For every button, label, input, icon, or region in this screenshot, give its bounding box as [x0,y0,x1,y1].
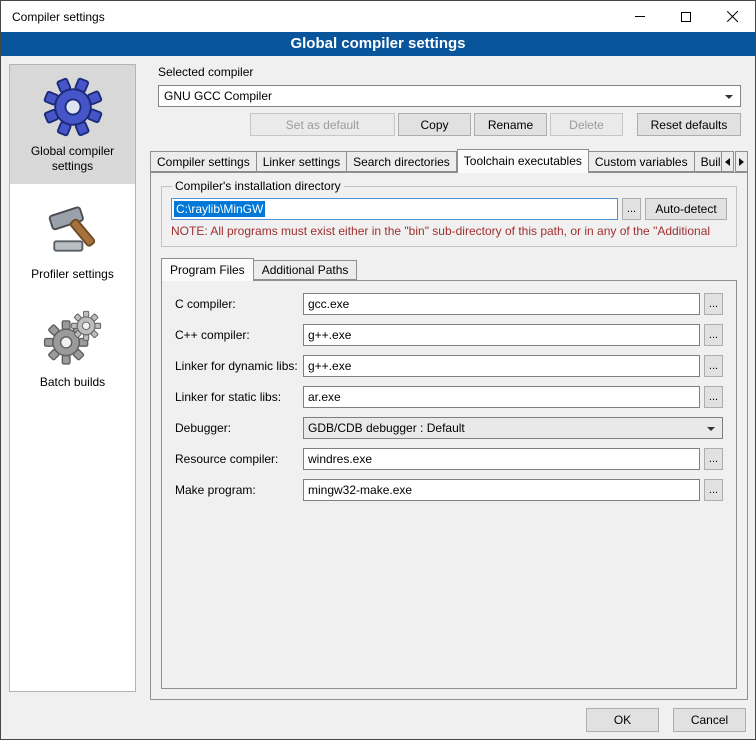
installation-directory-group-title: Compiler's installation directory [172,179,344,193]
tabs-viewport: Compiler settings Linker settings Search… [150,149,721,173]
settings-category-list: Global compiler settings Profiler settin… [9,64,136,692]
tab-scroll-buttons [721,151,748,172]
dynamic-linker-row: Linker for dynamic libs: g++.exe ... [175,355,723,377]
blue-gear-icon [43,77,103,137]
make-program-input[interactable]: mingw32-make.exe [303,479,700,501]
cpp-compiler-value: g++.exe [308,328,351,342]
minimize-button[interactable] [617,1,663,32]
compiler-settings-tabs: Compiler settings Linker settings Search… [150,149,748,173]
sidebar-item-label: Batch builds [40,375,105,390]
tab-custom-variables[interactable]: Custom variables [589,151,695,172]
reset-defaults-button[interactable]: Reset defaults [637,113,741,136]
dynamic-linker-input[interactable]: g++.exe [303,355,700,377]
resource-compiler-value: windres.exe [308,452,372,466]
selected-compiler-label: Selected compiler [158,65,253,79]
sidebar-item-global-compiler-settings[interactable]: Global compiler settings [10,65,135,184]
cpp-compiler-label: C++ compiler: [175,328,303,342]
compiler-actions: Set as default Copy Rename Delete Reset … [158,113,741,136]
copy-button[interactable]: Copy [398,113,471,136]
titlebar: Compiler settings [1,1,755,32]
sidebar-item-batch-builds[interactable]: Batch builds [10,292,135,400]
make-program-row: Make program: mingw32-make.exe ... [175,479,723,501]
sidebar-item-label: Profiler settings [31,267,114,282]
c-compiler-label: C compiler: [175,297,303,311]
static-linker-input[interactable]: ar.exe [303,386,700,408]
debugger-label: Debugger: [175,421,303,435]
resource-compiler-input[interactable]: windres.exe [303,448,700,470]
window-title: Compiler settings [12,10,105,24]
dynamic-linker-browse-button[interactable]: ... [704,355,723,377]
gray-gears-icon [43,308,103,368]
window-controls [617,1,755,32]
debugger-row: Debugger: GDB/CDB debugger : Default [175,417,723,439]
tab-scroll-right-button[interactable] [735,151,748,172]
installation-directory-group: Compiler's installation directory C:\ray… [161,179,737,247]
subtab-program-files[interactable]: Program Files [161,258,254,281]
resource-compiler-browse-button[interactable]: ... [704,448,723,470]
chevron-down-icon [725,95,733,99]
toolchain-executables-page: Compiler's installation directory C:\ray… [150,172,748,700]
installation-directory-row: C:\raylib\MinGW ... Auto-detect [171,198,727,220]
close-icon [726,10,739,23]
delete-button: Delete [550,113,623,136]
dynamic-linker-label: Linker for dynamic libs: [175,359,303,373]
make-program-label: Make program: [175,483,303,497]
resource-compiler-row: Resource compiler: windres.exe ... [175,448,723,470]
tab-search-directories[interactable]: Search directories [347,151,457,172]
cpp-compiler-row: C++ compiler: g++.exe ... [175,324,723,346]
installation-directory-browse-button[interactable]: ... [622,198,641,220]
cancel-button[interactable]: Cancel [673,708,746,732]
dynamic-linker-value: g++.exe [308,359,351,373]
rename-button[interactable]: Rename [474,113,547,136]
static-linker-value: ar.exe [308,390,341,404]
c-compiler-input[interactable]: gcc.exe [303,293,700,315]
static-linker-row: Linker for static libs: ar.exe ... [175,386,723,408]
sidebar-item-profiler-settings[interactable]: Profiler settings [10,184,135,292]
make-program-browse-button[interactable]: ... [704,479,723,501]
tab-toolchain-executables[interactable]: Toolchain executables [457,149,589,173]
selected-compiler-value: GNU GCC Compiler [164,89,272,103]
installation-directory-selected-text: C:\raylib\MinGW [174,201,265,217]
c-compiler-browse-button[interactable]: ... [704,293,723,315]
set-as-default-button: Set as default [250,113,395,136]
resource-compiler-label: Resource compiler: [175,452,303,466]
selected-compiler-select[interactable]: GNU GCC Compiler [158,85,741,107]
program-files-tabs: Program Files Additional Paths [161,258,357,281]
minimize-icon [635,16,645,17]
subtab-additional-paths[interactable]: Additional Paths [254,260,358,280]
close-button[interactable] [709,1,755,32]
debugger-select[interactable]: GDB/CDB debugger : Default [303,417,723,439]
compiler-settings-dialog: Compiler settings Global compiler settin… [0,0,756,740]
c-compiler-row: C compiler: gcc.exe ... [175,293,723,315]
tab-scroll-left-button[interactable] [721,151,734,172]
program-files-panel: C compiler: gcc.exe ... C++ compiler: g+… [161,280,737,689]
cpp-compiler-browse-button[interactable]: ... [704,324,723,346]
sidebar-item-label: Global compiler settings [13,144,132,174]
static-linker-label: Linker for static libs: [175,390,303,404]
static-linker-browse-button[interactable]: ... [704,386,723,408]
c-compiler-value: gcc.exe [308,297,349,311]
bin-subdirectory-note: NOTE: All programs must exist either in … [171,224,727,238]
tab-linker-settings[interactable]: Linker settings [257,151,347,172]
page-title: Global compiler settings [1,32,755,56]
right-arrow-icon [739,158,744,166]
make-program-value: mingw32-make.exe [308,483,412,497]
profiler-hammer-icon [43,200,103,260]
cpp-compiler-input[interactable]: g++.exe [303,324,700,346]
left-arrow-icon [725,158,730,166]
maximize-icon [681,12,691,22]
maximize-button[interactable] [663,1,709,32]
auto-detect-button[interactable]: Auto-detect [645,198,727,220]
installation-directory-input[interactable]: C:\raylib\MinGW [171,198,618,220]
chevron-down-icon [707,427,715,431]
debugger-value: GDB/CDB debugger : Default [308,421,465,435]
tab-build[interactable]: Buil [695,151,721,172]
ok-button[interactable]: OK [586,708,659,732]
tab-compiler-settings[interactable]: Compiler settings [150,151,257,172]
